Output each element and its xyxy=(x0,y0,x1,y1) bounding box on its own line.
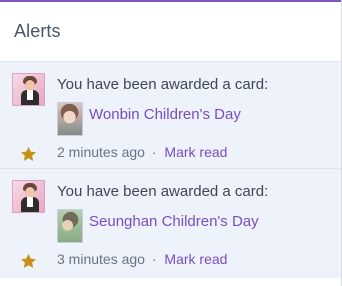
alerts-header: Alerts xyxy=(0,2,341,62)
alert-item-2: You have been awarded a card: Seunghan C… xyxy=(0,169,341,278)
card-thumbnail[interactable] xyxy=(57,102,83,136)
alert-meta: 3 minutes ago · Mark read xyxy=(57,251,227,267)
page-title: Alerts xyxy=(14,21,61,41)
avatar-face xyxy=(25,185,35,197)
avatar-shirt xyxy=(27,90,33,100)
card-link[interactable]: Wonbin Children's Day xyxy=(89,106,241,123)
alert-message: You have been awarded a card: xyxy=(57,183,269,200)
alert-message: You have been awarded a card: xyxy=(57,76,269,93)
meta-separator: · xyxy=(151,144,157,160)
star-icon xyxy=(19,252,38,271)
alert-item-1: You have been awarded a card: Wonbin Chi… xyxy=(0,62,341,169)
meta-separator: · xyxy=(151,251,157,267)
avatar-face xyxy=(25,78,35,90)
avatar-shirt xyxy=(27,197,33,207)
avatar xyxy=(12,180,45,213)
mark-read-link[interactable]: Mark read xyxy=(164,251,227,267)
alert-time: 3 minutes ago xyxy=(57,251,145,267)
avatar xyxy=(12,73,45,106)
alerts-panel: Alerts You have been awarded a card: Won… xyxy=(0,0,342,286)
star-icon xyxy=(19,145,38,164)
card-thumbnail[interactable] xyxy=(57,209,83,243)
alert-meta: 2 minutes ago · Mark read xyxy=(57,144,227,160)
mark-read-link[interactable]: Mark read xyxy=(164,144,227,160)
card-link[interactable]: Seunghan Children's Day xyxy=(89,213,259,230)
alert-time: 2 minutes ago xyxy=(57,144,145,160)
